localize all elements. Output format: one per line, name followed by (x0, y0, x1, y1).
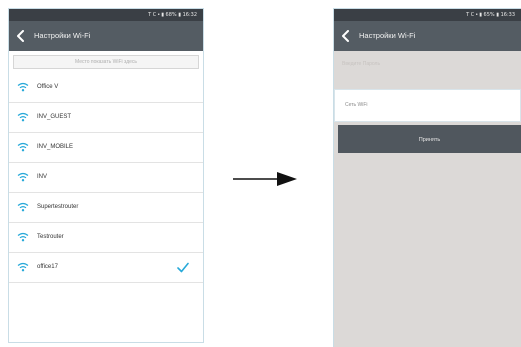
wifi-signal-icon (17, 232, 29, 242)
wifi-network-name: office17 (37, 264, 58, 270)
wifi-network-name: Supertestrouter (37, 204, 79, 210)
apply-button[interactable]: Принять (338, 125, 521, 153)
wifi-signal-icon (17, 112, 29, 122)
status-bar: Т С • ▮ 65% ▮ 16:33 (334, 9, 521, 21)
network-hint-box: Место показать WiFi здесь (13, 55, 199, 69)
wifi-network-item[interactable]: INV_GUEST (9, 103, 203, 133)
wifi-signal-icon (17, 202, 29, 212)
back-arrow-icon[interactable] (340, 30, 352, 42)
wifi-network-item[interactable]: INV (9, 163, 203, 193)
wifi-signal-icon (17, 262, 29, 272)
wifi-password-screen: Т С • ▮ 65% ▮ 16:33 Настройки Wi-Fi Введ… (333, 8, 521, 347)
wifi-network-name: Testrouter (37, 234, 64, 240)
password-placeholder[interactable]: Введите Пароль (342, 61, 380, 67)
wifi-network-item[interactable]: Supertestrouter (9, 193, 203, 223)
page-title: Настройки Wi-Fi (34, 31, 91, 40)
wifi-network-item[interactable]: Testrouter (9, 223, 203, 253)
wifi-network-name: INV_MOBILE (37, 144, 74, 150)
wifi-network-item[interactable]: INV_MOBILE (9, 133, 203, 163)
wifi-network-item[interactable]: Office V (9, 73, 203, 103)
wifi-signal-icon (17, 82, 29, 92)
wifi-network-field-label: Сеть WiFi (345, 102, 368, 108)
wifi-network-list: Office V INV_GUEST INV_MOBILE INV Supert… (9, 73, 203, 283)
page-title: Настройки Wi-Fi (359, 31, 416, 40)
status-bar: Т С • ▮ 68% ▮ 16:32 (9, 9, 203, 21)
wifi-signal-icon (17, 172, 29, 182)
wifi-network-name: INV_GUEST (37, 114, 72, 120)
right-arrow-icon (233, 172, 297, 186)
wifi-network-field[interactable]: Сеть WiFi (334, 89, 521, 122)
wifi-signal-icon (17, 142, 29, 152)
wifi-network-name: Office V (37, 84, 59, 90)
checkmark-icon (177, 262, 189, 273)
wifi-network-name: INV (37, 174, 48, 180)
wifi-network-item-selected[interactable]: office17 (9, 253, 203, 283)
app-bar: Настройки Wi-Fi (9, 21, 203, 51)
back-arrow-icon[interactable] (15, 30, 27, 42)
app-bar: Настройки Wi-Fi (334, 21, 521, 51)
wifi-list-screen: Т С • ▮ 68% ▮ 16:32 Настройки Wi-Fi Мест… (8, 8, 204, 343)
